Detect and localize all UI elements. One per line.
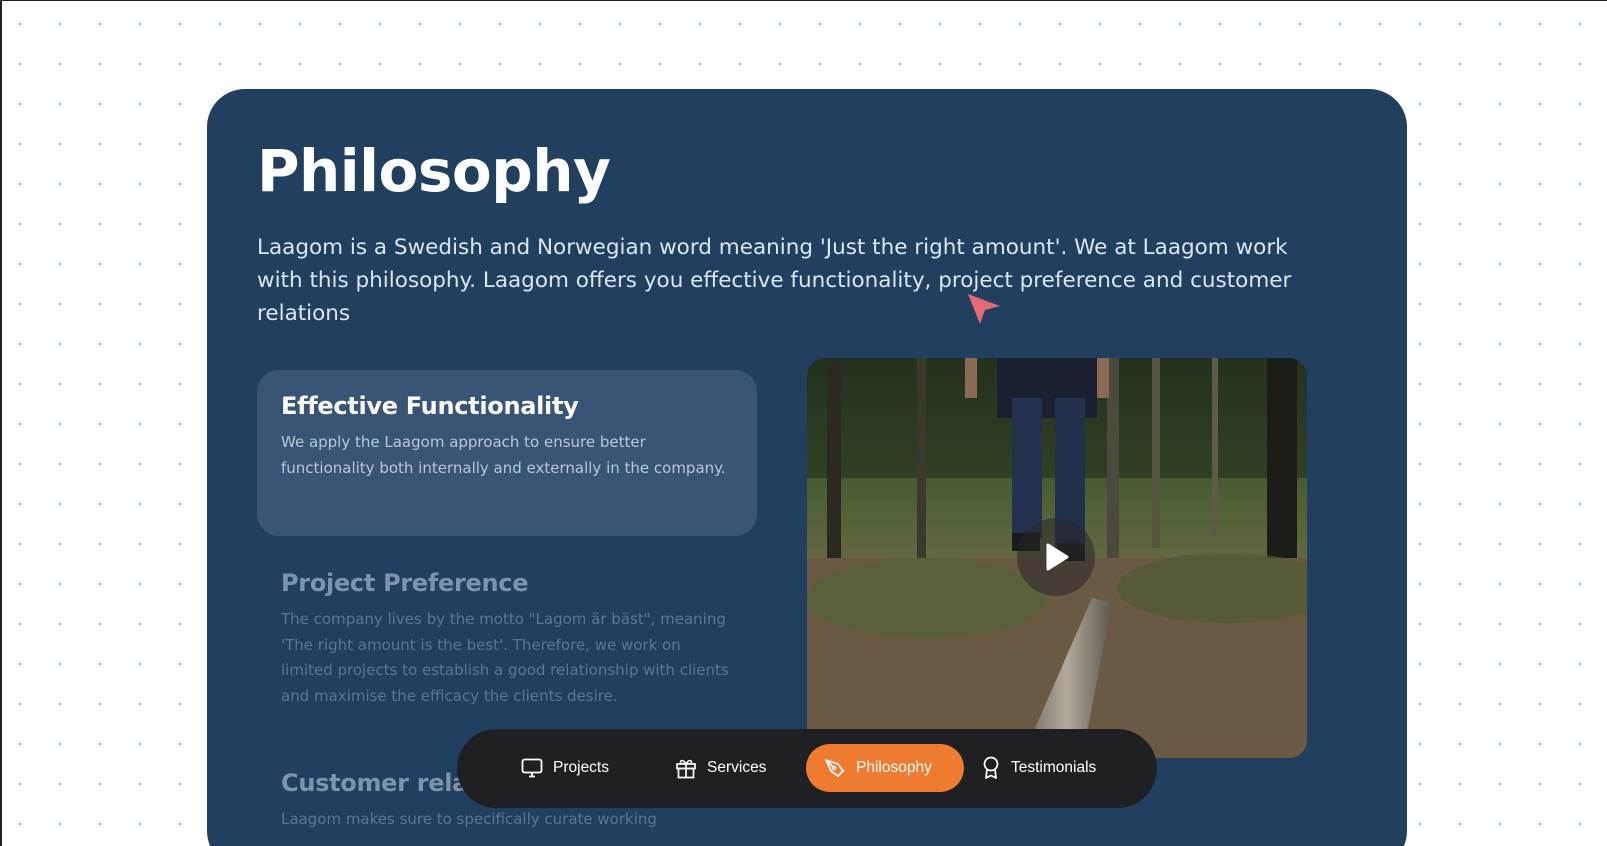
nav-item-label: Testimonials	[1011, 759, 1097, 776]
window-top-border	[0, 0, 1607, 1]
nav-item-label: Services	[707, 759, 767, 776]
pointer-cursor-icon	[968, 294, 1000, 324]
pen-tool-icon	[825, 759, 845, 777]
gift-icon	[676, 759, 696, 779]
nav-item-label: Projects	[553, 759, 609, 776]
feature-text: Laagom makes sure to specifically curate…	[281, 810, 657, 828]
award-icon	[983, 756, 999, 779]
feature-title: Project Preference	[281, 569, 529, 597]
nav-item-philosophy[interactable]: Philosophy	[806, 744, 964, 792]
feature-card-effective-functionality[interactable]: Effective Functionality We apply the Laa…	[257, 370, 757, 536]
bottom-nav-dock: Projects Services Philosophy Testimonial…	[457, 729, 1157, 808]
monitor-icon	[521, 758, 543, 778]
page-title: Philosophy	[257, 137, 611, 205]
feature-text: The company lives by the motto "Lagom är…	[281, 610, 729, 705]
feature-text: We apply the Laagom approach to ensure b…	[281, 433, 726, 477]
feature-title: Effective Functionality	[281, 392, 579, 420]
nav-item-services[interactable]: Services	[657, 744, 784, 792]
play-button[interactable]	[1017, 518, 1095, 596]
play-icon	[1046, 543, 1069, 571]
nav-item-label: Philosophy	[856, 759, 932, 776]
nav-item-testimonials[interactable]: Testimonials	[963, 744, 1114, 792]
feature-card-project-preference[interactable]: Project Preference The company lives by …	[257, 547, 757, 709]
window-left-border	[0, 0, 2, 846]
nav-item-projects[interactable]: Projects	[503, 744, 627, 792]
video-player[interactable]	[807, 358, 1307, 758]
intro-paragraph: Laagom is a Swedish and Norwegian word m…	[257, 235, 1292, 326]
